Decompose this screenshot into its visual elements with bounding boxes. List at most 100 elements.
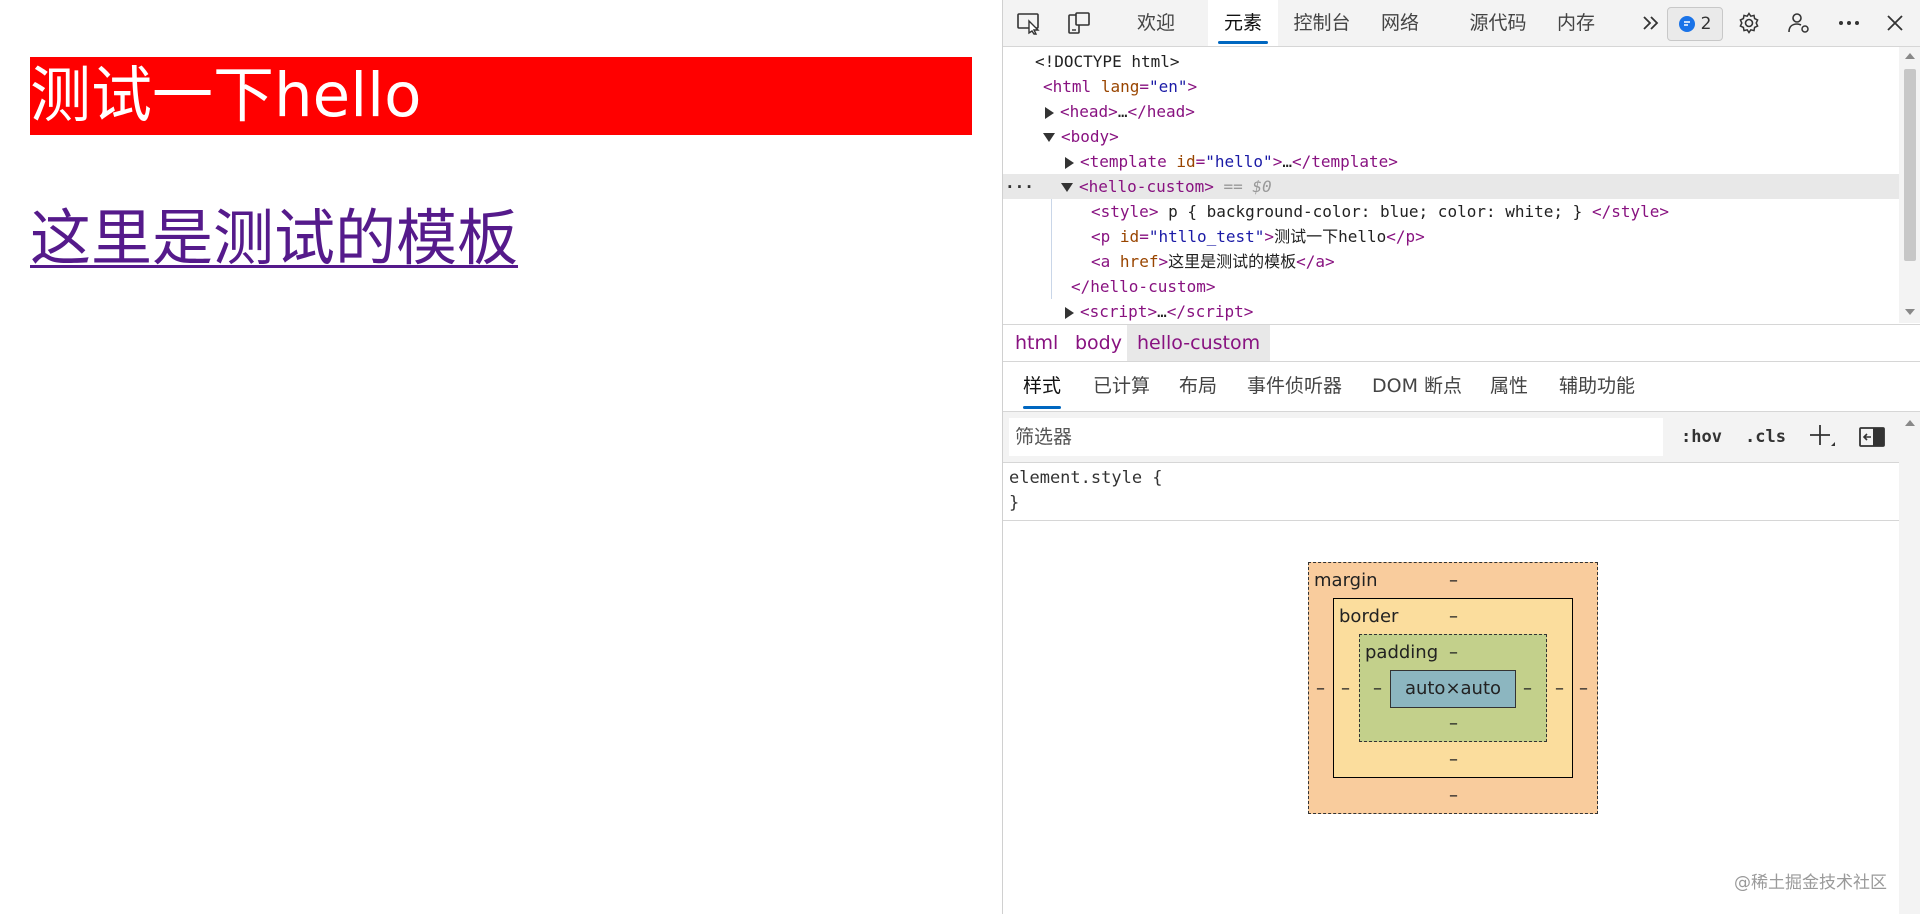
dom-node-hello-custom[interactable]: ··· <hello-custom> == $0 <box>1003 174 1899 199</box>
p-attr-val: "htllo_test" <box>1148 227 1265 246</box>
issues-chat-icon <box>1678 16 1695 32</box>
breadcrumb-html[interactable]: html <box>1005 325 1068 361</box>
doctype-text: <!DOCTYPE html> <box>1035 52 1180 71</box>
border-top-value[interactable]: – <box>1449 606 1458 628</box>
a-tag: a <box>1100 252 1111 271</box>
dom-node-doctype[interactable]: <!DOCTYPE html> <box>1003 49 1899 74</box>
dom-node-html[interactable]: <html lang="en"> <box>1003 74 1899 99</box>
script-close-tag: script <box>1185 302 1244 321</box>
style-tag: style <box>1100 202 1149 221</box>
devtools-panel: 欢迎 元素 控制台 网络 源代码 内存 2 <!DOCTYPE html> <h… <box>1002 0 1920 914</box>
dom-node-head[interactable]: <head>…</head> <box>1003 99 1899 124</box>
close-icon[interactable] <box>1881 9 1909 37</box>
issues-count: 2 <box>1700 14 1712 34</box>
styles-subtabs: 样式 已计算 布局 事件侦听器 DOM 断点 属性 辅助功能 <box>1003 361 1920 412</box>
inspect-element-icon[interactable] <box>1015 9 1043 37</box>
padding-top-value[interactable]: – <box>1449 642 1458 664</box>
tab-styles[interactable]: 样式 <box>1023 361 1062 411</box>
tab-event-listeners[interactable]: 事件侦听器 <box>1247 361 1342 411</box>
style-content: p { background-color: blue; color: white… <box>1158 202 1592 221</box>
p-close-tag: p <box>1405 227 1416 246</box>
margin-left-value[interactable]: – <box>1316 678 1325 700</box>
a-close-tag: a <box>1315 252 1326 271</box>
scroll-up-icon[interactable] <box>1905 53 1915 59</box>
script-ellipsis: … <box>1157 302 1167 321</box>
scroll-up-icon[interactable] <box>1905 420 1915 426</box>
tab-dom-breakpoints[interactable]: DOM 断点 <box>1372 361 1462 411</box>
styles-scrollbar[interactable] <box>1899 412 1920 914</box>
more-options-icon[interactable] <box>1835 9 1863 37</box>
head-close-tag: head <box>1146 102 1186 121</box>
body-tag: body <box>1070 127 1110 146</box>
padding-left-value[interactable]: – <box>1373 678 1382 700</box>
tab-welcome[interactable]: 欢迎 <box>1119 0 1193 46</box>
breadcrumb-hello-custom[interactable]: hello-custom <box>1127 325 1271 361</box>
tab-network[interactable]: 网络 <box>1365 0 1435 46</box>
issues-badge[interactable]: 2 <box>1667 7 1723 41</box>
margin-top-value[interactable]: – <box>1449 570 1458 592</box>
dom-node-script[interactable]: <script>…</script> <box>1003 299 1899 323</box>
hello-paragraph: 测试一下hello <box>30 57 972 135</box>
template-attr-val: "hello" <box>1205 152 1273 171</box>
padding-right-value[interactable]: – <box>1523 678 1532 700</box>
style-close-tag: style <box>1611 202 1660 221</box>
a-text: 这里是测试的模板 <box>1168 252 1297 271</box>
scrollbar-thumb[interactable] <box>1904 69 1916 261</box>
margin-bottom-value[interactable]: – <box>1449 785 1458 807</box>
padding-label: padding <box>1365 642 1439 663</box>
tab-sources[interactable]: 源代码 <box>1458 0 1538 46</box>
tab-memory[interactable]: 内存 <box>1545 0 1607 46</box>
device-emulation-icon[interactable] <box>1065 9 1093 37</box>
box-model: auto×auto margin – – – – border – – – – … <box>1003 412 1899 914</box>
template-link[interactable]: 这里是测试的模板 <box>30 204 518 274</box>
border-left-value[interactable]: – <box>1341 678 1350 700</box>
dom-tree: <!DOCTYPE html> <html lang="en"> <head>…… <box>1003 47 1899 323</box>
dom-node-a[interactable]: <a href>这里是测试的模板</a> <box>1003 249 1899 274</box>
margin-right-value[interactable]: – <box>1579 678 1588 700</box>
template-attr: id <box>1176 152 1196 171</box>
customize-people-icon[interactable] <box>1785 9 1813 37</box>
rendered-page: 测试一下hello 这里是测试的模板 <box>0 0 1002 914</box>
border-label: border <box>1339 606 1399 627</box>
dom-node-style[interactable]: <style> p { background-color: blue; colo… <box>1003 199 1899 224</box>
tab-properties[interactable]: 属性 <box>1490 361 1528 411</box>
row-actions-dots[interactable]: ··· <box>1005 174 1034 199</box>
dom-node-p[interactable]: <p id="htllo_test">测试一下hello</p> <box>1003 224 1899 249</box>
html-attr-val: "en" <box>1148 77 1188 96</box>
border-bottom-value[interactable]: – <box>1449 749 1458 771</box>
tab-computed[interactable]: 已计算 <box>1093 361 1150 411</box>
a-attr: href <box>1119 252 1159 271</box>
breadcrumb-body[interactable]: body <box>1065 325 1132 361</box>
template-ellipsis: … <box>1282 152 1292 171</box>
expand-arrow-icon[interactable] <box>1065 156 1074 169</box>
p-text: 测试一下hello <box>1274 227 1387 246</box>
tab-console[interactable]: 控制台 <box>1287 0 1357 46</box>
border-right-value[interactable]: – <box>1555 678 1564 700</box>
p-tag: p <box>1100 227 1111 246</box>
dom-node-body[interactable]: <body> <box>1003 124 1899 149</box>
collapse-arrow-icon[interactable] <box>1061 183 1073 192</box>
dom-scrollbar[interactable] <box>1899 47 1920 323</box>
expand-arrow-icon[interactable] <box>1045 106 1054 119</box>
expand-arrow-icon[interactable] <box>1065 306 1074 319</box>
more-tabs-chevron-icon[interactable] <box>1637 9 1665 37</box>
hello-custom-close-tag: hello-custom <box>1090 277 1206 296</box>
template-tag: template <box>1089 152 1167 171</box>
tab-accessibility[interactable]: 辅助功能 <box>1559 361 1635 411</box>
devtools-toolbar: 欢迎 元素 控制台 网络 源代码 内存 2 <box>1003 0 1920 47</box>
tab-layout[interactable]: 布局 <box>1179 361 1217 411</box>
tab-elements[interactable]: 元素 <box>1208 0 1278 46</box>
hello-custom-tag: hello-custom <box>1088 177 1205 196</box>
dom-node-hello-custom-close[interactable]: </hello-custom> <box>1003 274 1899 299</box>
scroll-down-icon[interactable] <box>1905 309 1915 315</box>
html-tag: html <box>1052 77 1092 96</box>
html-attr: lang <box>1100 77 1140 96</box>
padding-bottom-value[interactable]: – <box>1449 713 1458 735</box>
head-ellipsis: … <box>1117 102 1128 121</box>
watermark: @稀土掘金技术社区 <box>1734 873 1887 893</box>
dom-node-template[interactable]: <template id="hello">…</template> <box>1003 149 1899 174</box>
template-close-tag: template <box>1311 152 1389 171</box>
collapse-arrow-icon[interactable] <box>1043 133 1055 142</box>
settings-gear-icon[interactable] <box>1735 9 1763 37</box>
box-model-content[interactable]: auto×auto <box>1390 670 1516 708</box>
